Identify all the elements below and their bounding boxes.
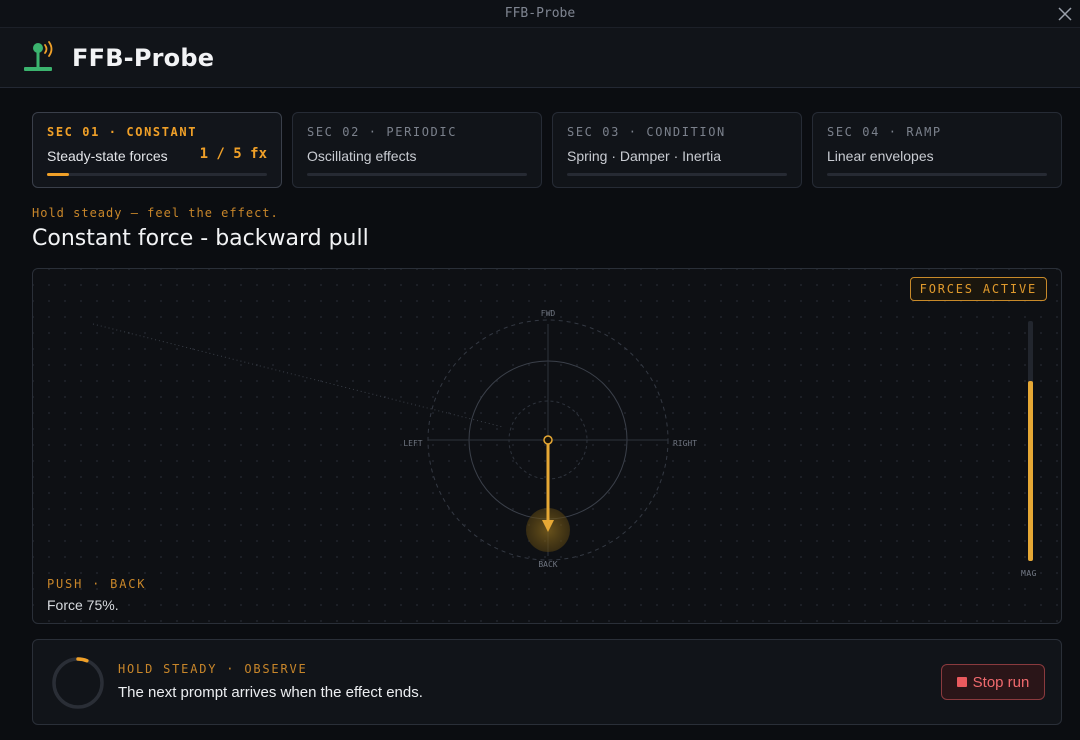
app-header: FFB-Probe [0,28,1080,88]
force-plot: FWD BACK LEFT RIGHT [92,309,697,569]
section-description: Oscillating effects [307,148,417,164]
section-card-constant[interactable]: SEC 01 · CONSTANT Steady-state forces 1 … [32,112,282,188]
magnitude-fill [1028,381,1033,561]
joystick-logo-icon [24,41,53,71]
section-description: Steady-state forces [47,148,168,164]
section-code: SEC 03 · CONDITION [567,125,726,139]
section-progress-bar [567,173,787,176]
forces-active-badge: FORCES ACTIVE [909,277,1047,301]
magnitude-meter [1028,321,1033,561]
close-icon[interactable] [1056,5,1074,23]
section-progress-bar [307,173,527,176]
status-label: HOLD STEADY · OBSERVE [118,662,308,676]
countdown-ring-icon [52,657,104,709]
magnitude-label: MAG [1021,569,1037,578]
section-code: SEC 04 · RAMP [827,125,942,139]
force-visualizer: FWD BACK LEFT RIGHT FORCES ACTIVE MAG PU… [32,268,1062,624]
section-description: Spring · Damper · Inertia [567,148,722,164]
section-progress-fill [47,173,69,176]
axis-label-fwd: FWD [541,309,556,318]
axis-label-right: RIGHT [673,439,697,448]
section-code: SEC 02 · PERIODIC [307,125,458,139]
push-direction-label: PUSH · BACK [47,577,147,591]
stop-run-label: Stop run [972,673,1030,691]
section-progress-bar [47,173,267,176]
prompt-title: Constant force - backward pull [32,226,369,251]
trace-line [92,323,504,428]
section-description: Linear envelopes [827,148,934,164]
status-message: The next prompt arrives when the effect … [118,684,423,701]
section-card-condition[interactable]: SEC 03 · CONDITION Spring · Damper · Ine… [552,112,802,188]
force-readout: Force 75%. [47,597,119,613]
app-name: FFB-Probe [72,44,215,72]
section-card-periodic[interactable]: SEC 02 · PERIODIC Oscillating effects [292,112,542,188]
section-progress-bar [827,173,1047,176]
section-code: SEC 01 · CONSTANT [47,125,198,139]
stop-run-button[interactable]: Stop run [941,664,1045,700]
window-title: FFB-Probe [504,6,576,21]
prompt-subtitle: Hold steady — feel the effect. [32,206,279,220]
status-panel: HOLD STEADY · OBSERVE The next prompt ar… [32,639,1062,725]
main-content: SEC 01 · CONSTANT Steady-state forces 1 … [0,88,1080,740]
axis-label-left: LEFT [403,439,422,448]
axis-label-back: BACK [538,560,557,569]
window-titlebar: FFB-Probe [0,0,1080,28]
section-list: SEC 01 · CONSTANT Steady-state forces 1 … [32,112,1062,188]
stop-icon [956,677,967,687]
stick-position-dot [543,435,553,445]
section-card-ramp[interactable]: SEC 04 · RAMP Linear envelopes [812,112,1062,188]
effect-count: 1 / 5 fx [199,146,267,162]
